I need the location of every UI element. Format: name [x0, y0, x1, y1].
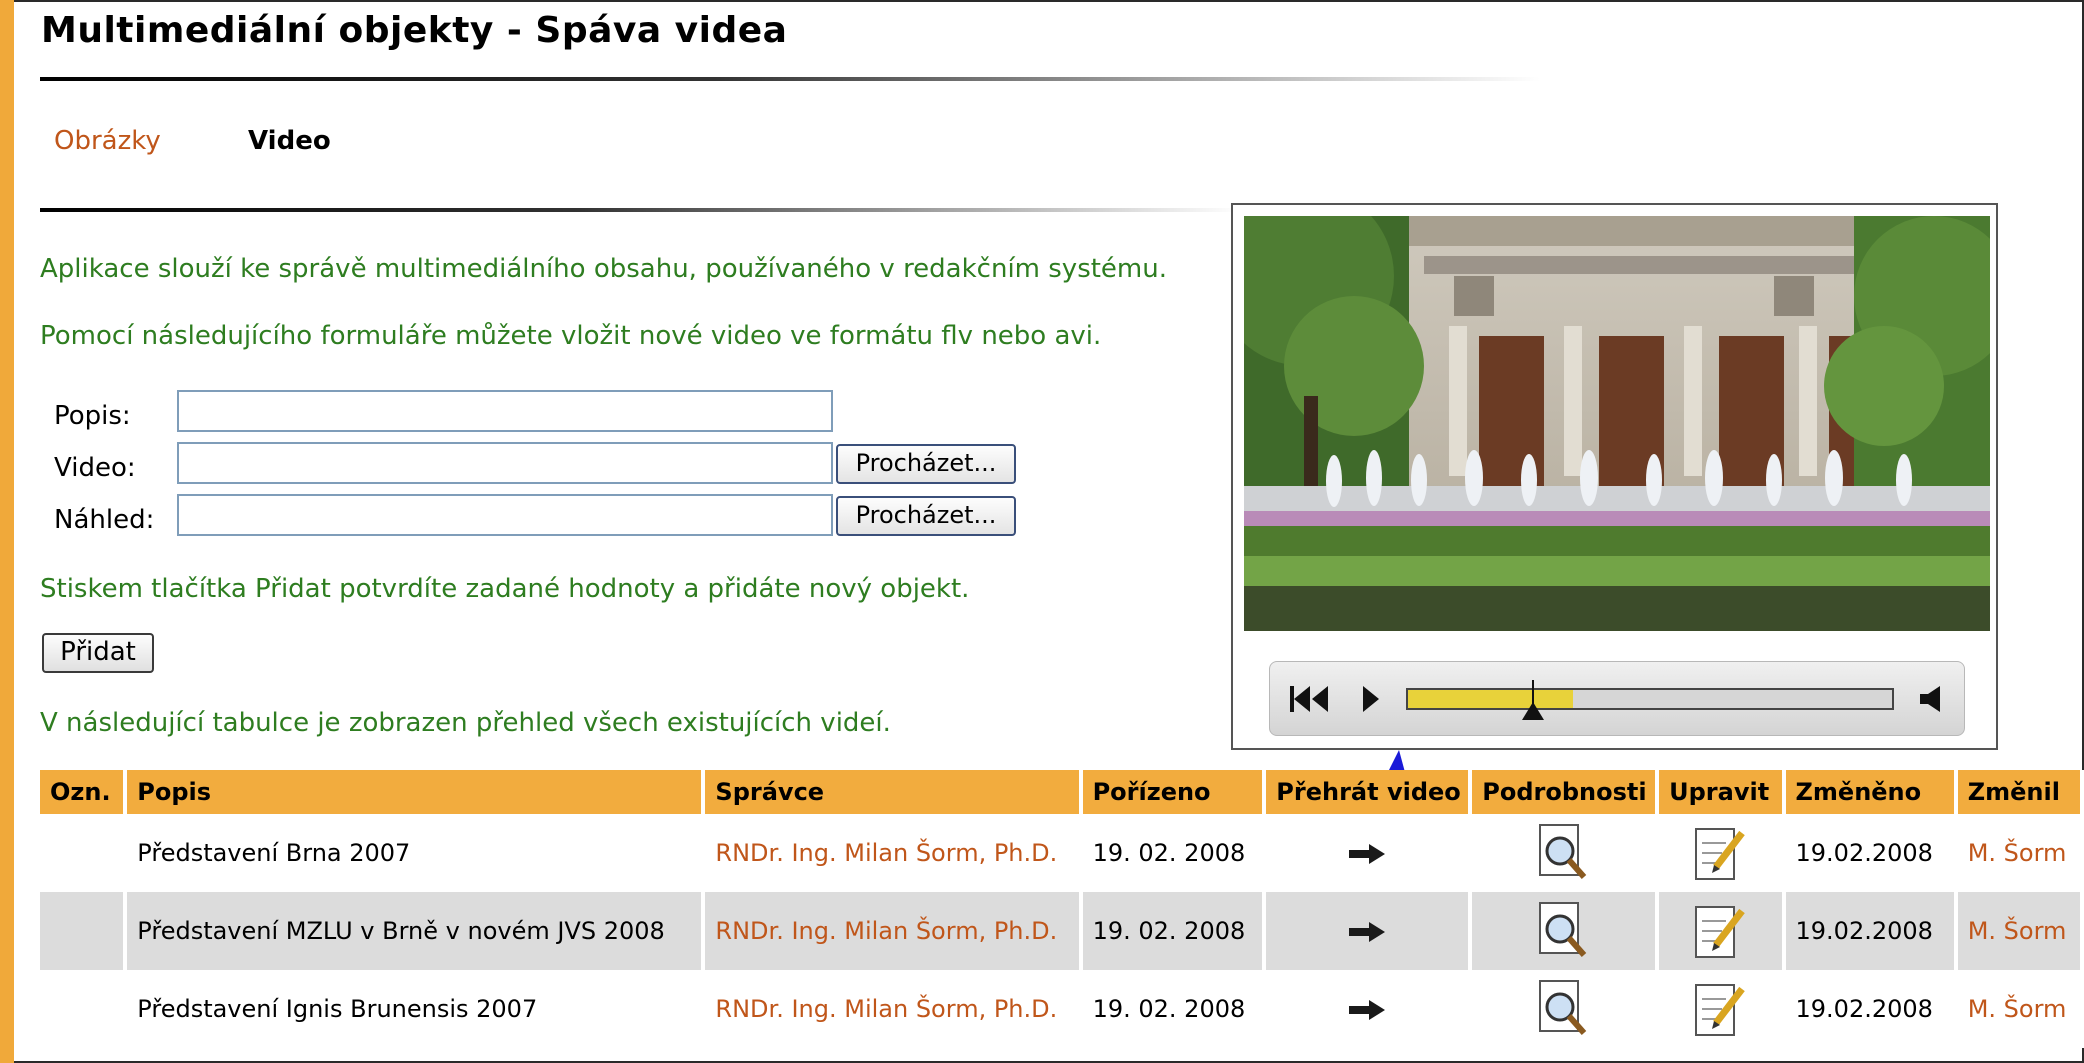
- row-mark[interactable]: [40, 892, 128, 970]
- table-intro-text: V následující tabulce je zobrazen přehle…: [40, 708, 891, 738]
- player-controls: [1269, 661, 1965, 736]
- edit-pencil-icon[interactable]: [1692, 823, 1748, 883]
- row-mark[interactable]: [40, 814, 128, 892]
- table-row: Představení MZLU v Brně v novém JVS 2008…: [40, 892, 2084, 970]
- row-changed: 19.02.2008: [1783, 814, 1958, 892]
- seek-bar-buffered: [1408, 690, 1573, 708]
- intro-text-2: Pomocí následujícího formuláře můžete vl…: [40, 321, 1102, 351]
- column-header-details: Podrobnosti: [1470, 770, 1660, 814]
- row-changed: 19.02.2008: [1783, 970, 1958, 1048]
- page-title: Multimediální objekty - Spáva videa: [41, 10, 788, 51]
- row-admin-link[interactable]: RNDr. Ing. Milan Šorm, Ph.D.: [703, 970, 1083, 1048]
- video-browse-button[interactable]: Procházet...: [836, 444, 1016, 484]
- table-header-row: Ozn. Popis Správce Pořízeno Přehrát vide…: [40, 770, 2084, 814]
- column-header-changed[interactable]: Změněno: [1783, 770, 1958, 814]
- row-admin-link[interactable]: RNDr. Ing. Milan Šorm, Ph.D.: [703, 892, 1083, 970]
- row-details-cell: [1470, 970, 1660, 1048]
- table-row: Představení Brna 2007 RNDr. Ing. Milan Š…: [40, 814, 2084, 892]
- row-play-cell: [1264, 814, 1473, 892]
- tab-images[interactable]: Obrázky: [54, 126, 161, 156]
- volume-icon[interactable]: [1918, 684, 1944, 714]
- row-changed-by-link[interactable]: M. Šorm: [1955, 970, 2084, 1048]
- details-magnifier-icon[interactable]: [1536, 823, 1592, 883]
- preview-browse-button[interactable]: Procházet...: [836, 496, 1016, 536]
- play-icon[interactable]: [1360, 684, 1382, 714]
- seek-bar[interactable]: [1406, 688, 1894, 710]
- row-edit-cell: [1657, 814, 1786, 892]
- column-header-admin[interactable]: Správce: [703, 770, 1083, 814]
- video-label: Video:: [54, 453, 136, 483]
- row-description: Představení MZLU v Brně v novém JVS 2008: [125, 892, 706, 970]
- row-recorded: 19. 02. 2008: [1080, 892, 1267, 970]
- row-details-cell: [1470, 892, 1660, 970]
- row-changed-by-link[interactable]: M. Šorm: [1955, 892, 2084, 970]
- row-play-cell: [1264, 892, 1473, 970]
- column-header-play: Přehrát video: [1264, 770, 1473, 814]
- tab-video[interactable]: Video: [248, 126, 331, 156]
- row-edit-cell: [1657, 970, 1786, 1048]
- description-label: Popis:: [54, 401, 131, 431]
- details-magnifier-icon[interactable]: [1536, 901, 1592, 961]
- preview-label: Náhled:: [54, 505, 155, 535]
- accent-bar: [0, 0, 14, 1063]
- add-button[interactable]: Přidat: [42, 633, 154, 673]
- row-changed-by-link[interactable]: M. Šorm: [1955, 814, 2084, 892]
- row-mark[interactable]: [40, 970, 128, 1048]
- row-recorded: 19. 02. 2008: [1080, 814, 1267, 892]
- table-row: Představení Ignis Brunensis 2007 RNDr. I…: [40, 970, 2084, 1048]
- row-changed: 19.02.2008: [1783, 892, 1958, 970]
- row-admin-link[interactable]: RNDr. Ing. Milan Šorm, Ph.D.: [703, 814, 1083, 892]
- column-header-mark[interactable]: Ozn.: [40, 770, 128, 814]
- column-header-recorded[interactable]: Pořízeno: [1080, 770, 1267, 814]
- intro-text-1: Aplikace slouží ke správě multimediálníh…: [40, 254, 1168, 284]
- video-table: Ozn. Popis Správce Pořízeno Přehrát vide…: [40, 770, 2084, 1048]
- details-magnifier-icon[interactable]: [1536, 979, 1592, 1039]
- title-divider: [40, 77, 1540, 81]
- row-edit-cell: [1657, 892, 1786, 970]
- confirm-text: Stiskem tlačítka Přidat potvrdíte zadané…: [40, 574, 970, 604]
- video-frame[interactable]: [1244, 216, 1990, 631]
- edit-pencil-icon[interactable]: [1692, 901, 1748, 961]
- preview-file-input[interactable]: [177, 494, 833, 536]
- row-recorded: 19. 02. 2008: [1080, 970, 1267, 1048]
- row-details-cell: [1470, 814, 1660, 892]
- column-header-changed-by[interactable]: Změnil: [1955, 770, 2084, 814]
- description-input[interactable]: [177, 390, 833, 432]
- video-player-popup: [1231, 203, 1998, 750]
- play-arrow-icon[interactable]: [1347, 998, 1387, 1022]
- video-still-image: [1244, 216, 1990, 631]
- row-description: Představení Brna 2007: [125, 814, 706, 892]
- play-arrow-icon[interactable]: [1347, 842, 1387, 866]
- video-file-input[interactable]: [177, 442, 833, 484]
- edit-pencil-icon[interactable]: [1692, 979, 1748, 1039]
- column-header-description[interactable]: Popis: [125, 770, 706, 814]
- row-description: Představení Ignis Brunensis 2007: [125, 970, 706, 1048]
- play-arrow-icon[interactable]: [1347, 920, 1387, 944]
- row-play-cell: [1264, 970, 1473, 1048]
- seek-thumb[interactable]: [1520, 680, 1546, 722]
- rewind-icon[interactable]: [1288, 684, 1332, 714]
- tabs-divider: [40, 208, 1240, 212]
- column-header-edit: Upravit: [1657, 770, 1786, 814]
